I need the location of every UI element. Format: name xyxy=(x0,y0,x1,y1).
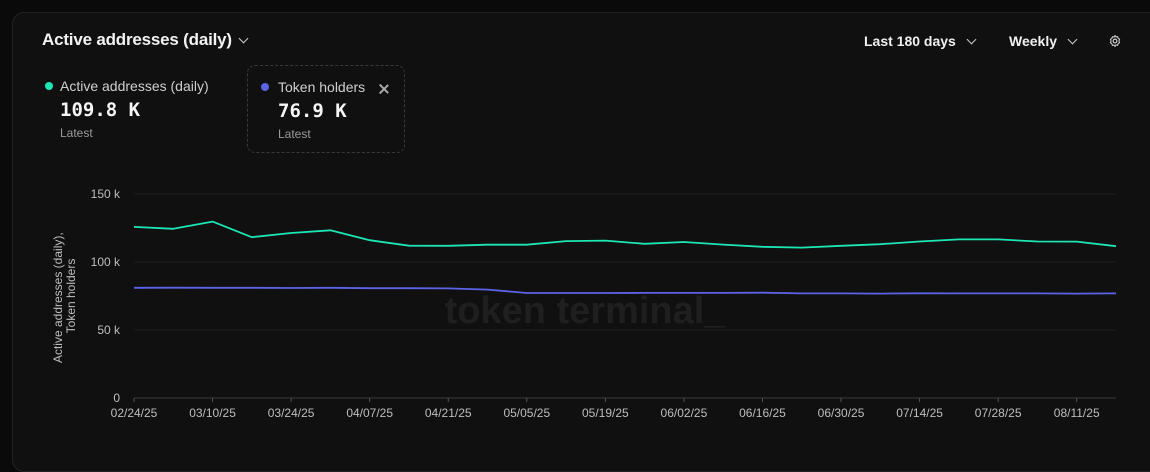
y-tick-label: 50 k xyxy=(97,323,121,337)
x-tick-label: 03/10/25 xyxy=(189,406,236,420)
x-tick-label: 06/16/25 xyxy=(739,406,786,420)
x-tick-label: 07/28/25 xyxy=(975,406,1022,420)
x-tick-label: 04/21/25 xyxy=(425,406,472,420)
y-tick-label: 100 k xyxy=(91,255,121,269)
x-tick-label: 03/24/25 xyxy=(268,406,315,420)
watermark: token terminal_ xyxy=(445,290,727,332)
x-tick-label: 02/24/25 xyxy=(111,406,158,420)
line-chart: token terminal_ 0 50 k 100 k 150 k 02/24/25… xyxy=(51,187,1117,420)
x-tick-label: 05/05/25 xyxy=(503,406,550,420)
y-tick-label: 0 xyxy=(113,391,120,405)
x-tick-label: 04/07/25 xyxy=(346,406,393,420)
x-tick-label: 08/11/25 xyxy=(1054,406,1100,420)
y-tick-label: 150 k xyxy=(91,187,121,201)
y-axis-label: Active addresses (daily), Token holders xyxy=(51,229,78,363)
x-tick-label: 05/19/25 xyxy=(582,406,629,420)
series-line xyxy=(133,220,1117,249)
x-tick-label: 06/02/25 xyxy=(661,406,708,420)
x-tick-label: 06/30/25 xyxy=(818,406,865,420)
x-tick-label: 07/14/25 xyxy=(896,406,943,420)
